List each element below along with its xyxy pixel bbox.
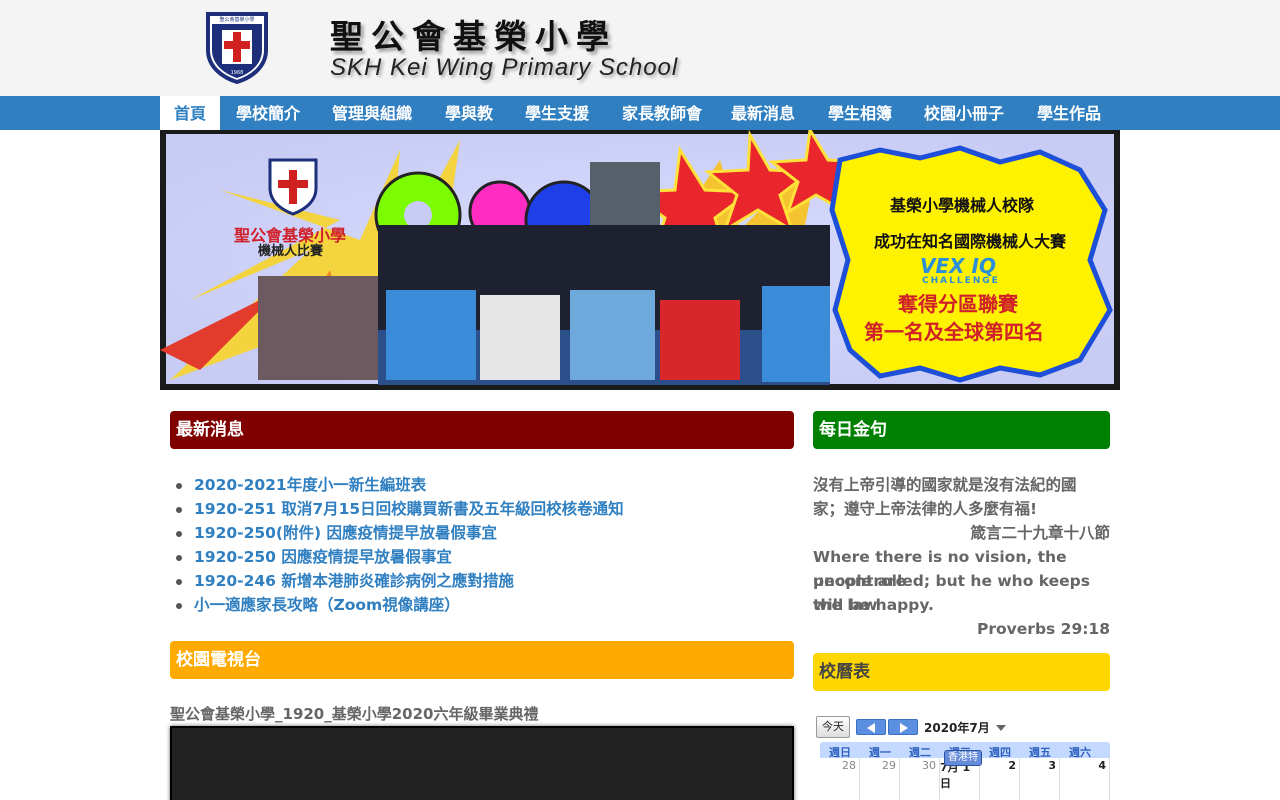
day-number: 3 [1048, 759, 1056, 772]
list-item: 1920-250 因應疫情提早放暑假事宜 [176, 545, 776, 569]
site-header: 聖公會基榮小學 1968 聖公會基榮小學 SKH Kei Wing Primar… [0, 0, 1280, 96]
day-number: 30 [922, 759, 936, 772]
calendar-day-cell[interactable]: 4 [1060, 758, 1110, 800]
news-link[interactable]: 2020-2021年度小一新生編班表 [194, 476, 426, 494]
banner-result-1: 奪得分區聯賽 [898, 292, 1018, 316]
verse-chinese-line-2: 家；遵守上帝法律的人多麼有福! [813, 500, 1038, 518]
month-label[interactable]: 2020年7月 [924, 719, 990, 736]
verse-english-line-3: will be happy. [813, 596, 934, 614]
school-name-chinese: 聖公會基榮小學 [330, 17, 617, 56]
list-item: 1920-250(附件) 因應疫情提早放暑假事宜 [176, 521, 776, 545]
nav-campus-booklet[interactable]: 校園小冊子 [910, 96, 1018, 130]
banner-vex-logo: VEX IQ [920, 254, 996, 278]
list-item: 小一適應家長攻略（Zoom視像講座） [176, 593, 776, 617]
banner-event-name: 機械人比賽 [258, 244, 324, 259]
nav-student-works[interactable]: 學生作品 [1023, 96, 1115, 130]
news-link[interactable]: 小一適應家長攻略（Zoom視像講座） [194, 596, 460, 614]
hero-banner[interactable]: 聖公會基榮小學 機械人比賽 基榮小學機械人校隊 成功在知名國際機械人大賽 VEX… [160, 130, 1120, 390]
daily-verse-section-title: 每日金句 [813, 411, 1110, 449]
verse-chinese-line-1: 沒有上帝引導的國家就是沒有法紀的國 [813, 476, 1077, 494]
school-name-english: SKH Kei Wing Primary School [330, 54, 679, 81]
calendar-widget: 今天 2020年7月 週日 週一 週二 週三 週四 週五 週六 28 29 30… [816, 716, 1110, 800]
nav-about[interactable]: 學校簡介 [222, 96, 314, 130]
main-nav: 首頁 學校簡介 管理與組織 學與教 學生支援 家長教師會 最新消息 學生相簿 校… [0, 96, 1280, 130]
banner-result-2: 第一名及全球第四名 [864, 320, 1044, 344]
video-title[interactable]: 聖公會基榮小學_1920_基榮小學2020六年級畢業典禮 [170, 703, 539, 724]
chevron-left-icon [867, 723, 875, 733]
list-item: 2020-2021年度小一新生編班表 [176, 473, 776, 497]
video-player[interactable] [170, 726, 794, 800]
calendar-day-cell[interactable]: 2 [980, 758, 1020, 800]
nav-home[interactable]: 首頁 [160, 96, 221, 130]
calendar-day-cell[interactable]: 28 [820, 758, 860, 800]
campus-tv-section-title: 校園電視台 [170, 641, 794, 679]
banner-vex-sub: CHALLENGE [922, 276, 1000, 286]
chevron-down-icon[interactable] [996, 725, 1006, 731]
news-link[interactable]: 1920-250 因應疫情提早放暑假事宜 [194, 548, 452, 566]
list-item: 1920-246 新增本港肺炎確診病例之應對措施 [176, 569, 776, 593]
school-logo[interactable]: 聖公會基榮小學 1968 [204, 10, 270, 85]
news-section-title: 最新消息 [170, 411, 794, 449]
logo-text: 聖公會基榮小學 [219, 16, 254, 23]
calendar-day-cell[interactable]: 3 [1020, 758, 1060, 800]
day-number: 28 [842, 759, 856, 772]
chevron-right-icon [900, 723, 908, 733]
calendar-day-cell[interactable]: 30 [900, 758, 940, 800]
nav-teaching[interactable]: 學與教 [431, 96, 507, 130]
nav-latest-news[interactable]: 最新消息 [717, 96, 809, 130]
news-link[interactable]: 1920-250(附件) 因應疫情提早放暑假事宜 [194, 524, 497, 542]
nav-management[interactable]: 管理與組織 [318, 96, 426, 130]
calendar-day-cell[interactable]: 29 [860, 758, 900, 800]
calendar-event[interactable]: 香港特 [944, 750, 982, 766]
day-number: 4 [1098, 759, 1106, 772]
news-list: 2020-2021年度小一新生編班表 1920-251 取消7月15日回校購買新… [176, 473, 776, 617]
verse-chinese-reference: 箴言二十九章十八節 [970, 524, 1110, 542]
news-link[interactable]: 1920-246 新增本港肺炎確診病例之應對措施 [194, 572, 514, 590]
calendar-section-title: 校曆表 [813, 653, 1110, 691]
day-number: 2 [1008, 759, 1016, 772]
next-month-button[interactable] [888, 719, 918, 735]
banner-headline-2: 成功在知名國際機械人大賽 [874, 232, 1067, 251]
list-item: 1920-251 取消7月15日回校購買新書及五年級回校核卷通知 [176, 497, 776, 521]
nav-pta[interactable]: 家長教師會 [608, 96, 716, 130]
logo-year: 1968 [231, 70, 244, 76]
news-link[interactable]: 1920-251 取消7月15日回校購買新書及五年級回校核卷通知 [194, 500, 624, 518]
verse-english-reference: Proverbs 29:18 [977, 620, 1110, 638]
today-button[interactable]: 今天 [816, 716, 850, 738]
day-number: 29 [882, 759, 896, 772]
banner-headline-1: 基榮小學機械人校隊 [890, 196, 1035, 215]
nav-student-album[interactable]: 學生相簿 [814, 96, 906, 130]
prev-month-button[interactable] [856, 719, 886, 735]
nav-student-support[interactable]: 學生支援 [511, 96, 603, 130]
